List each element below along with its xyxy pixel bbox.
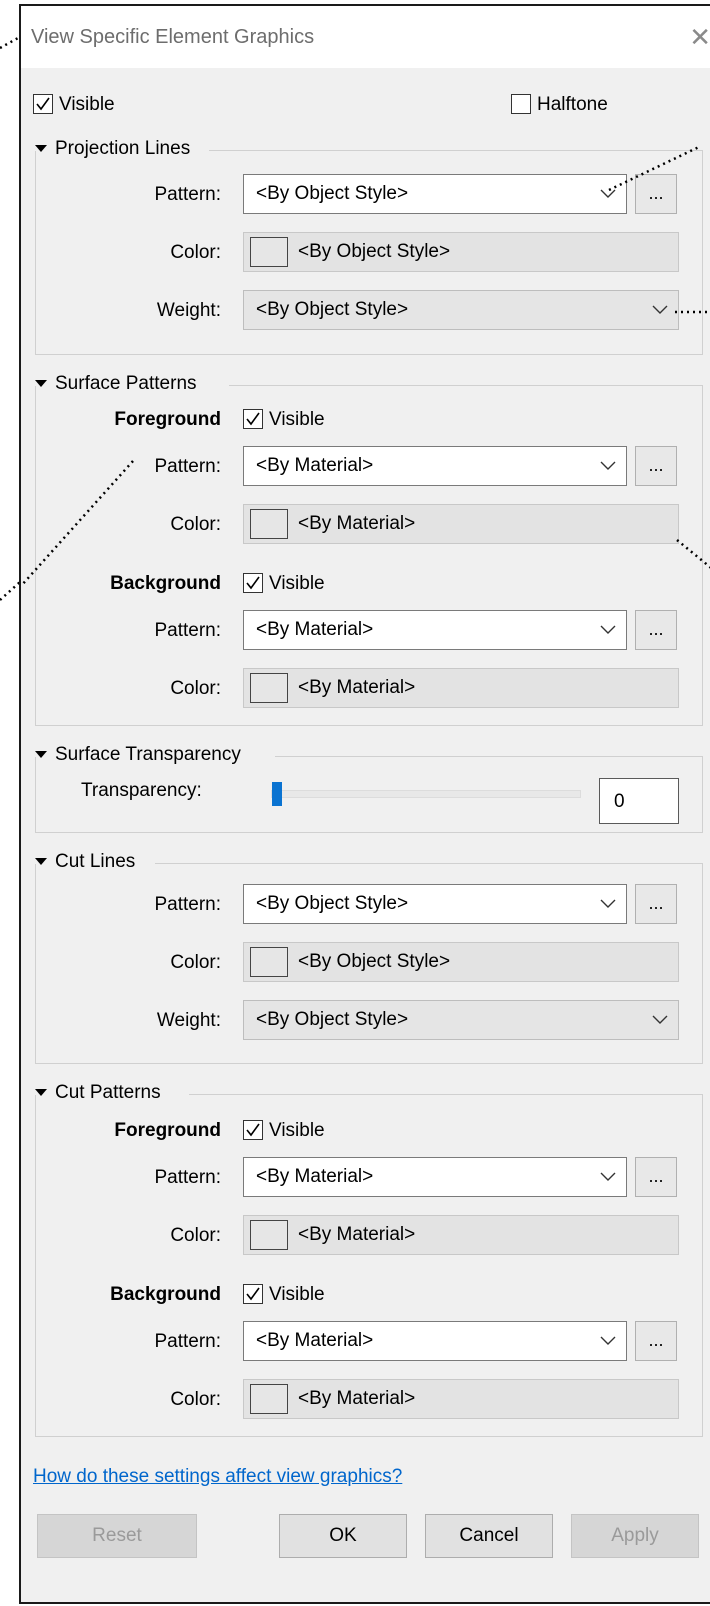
dialog-window: View Specific Element Graphics ✕ Visible…: [19, 4, 710, 1604]
annotation-leader-lines-inner: [21, 144, 710, 587]
